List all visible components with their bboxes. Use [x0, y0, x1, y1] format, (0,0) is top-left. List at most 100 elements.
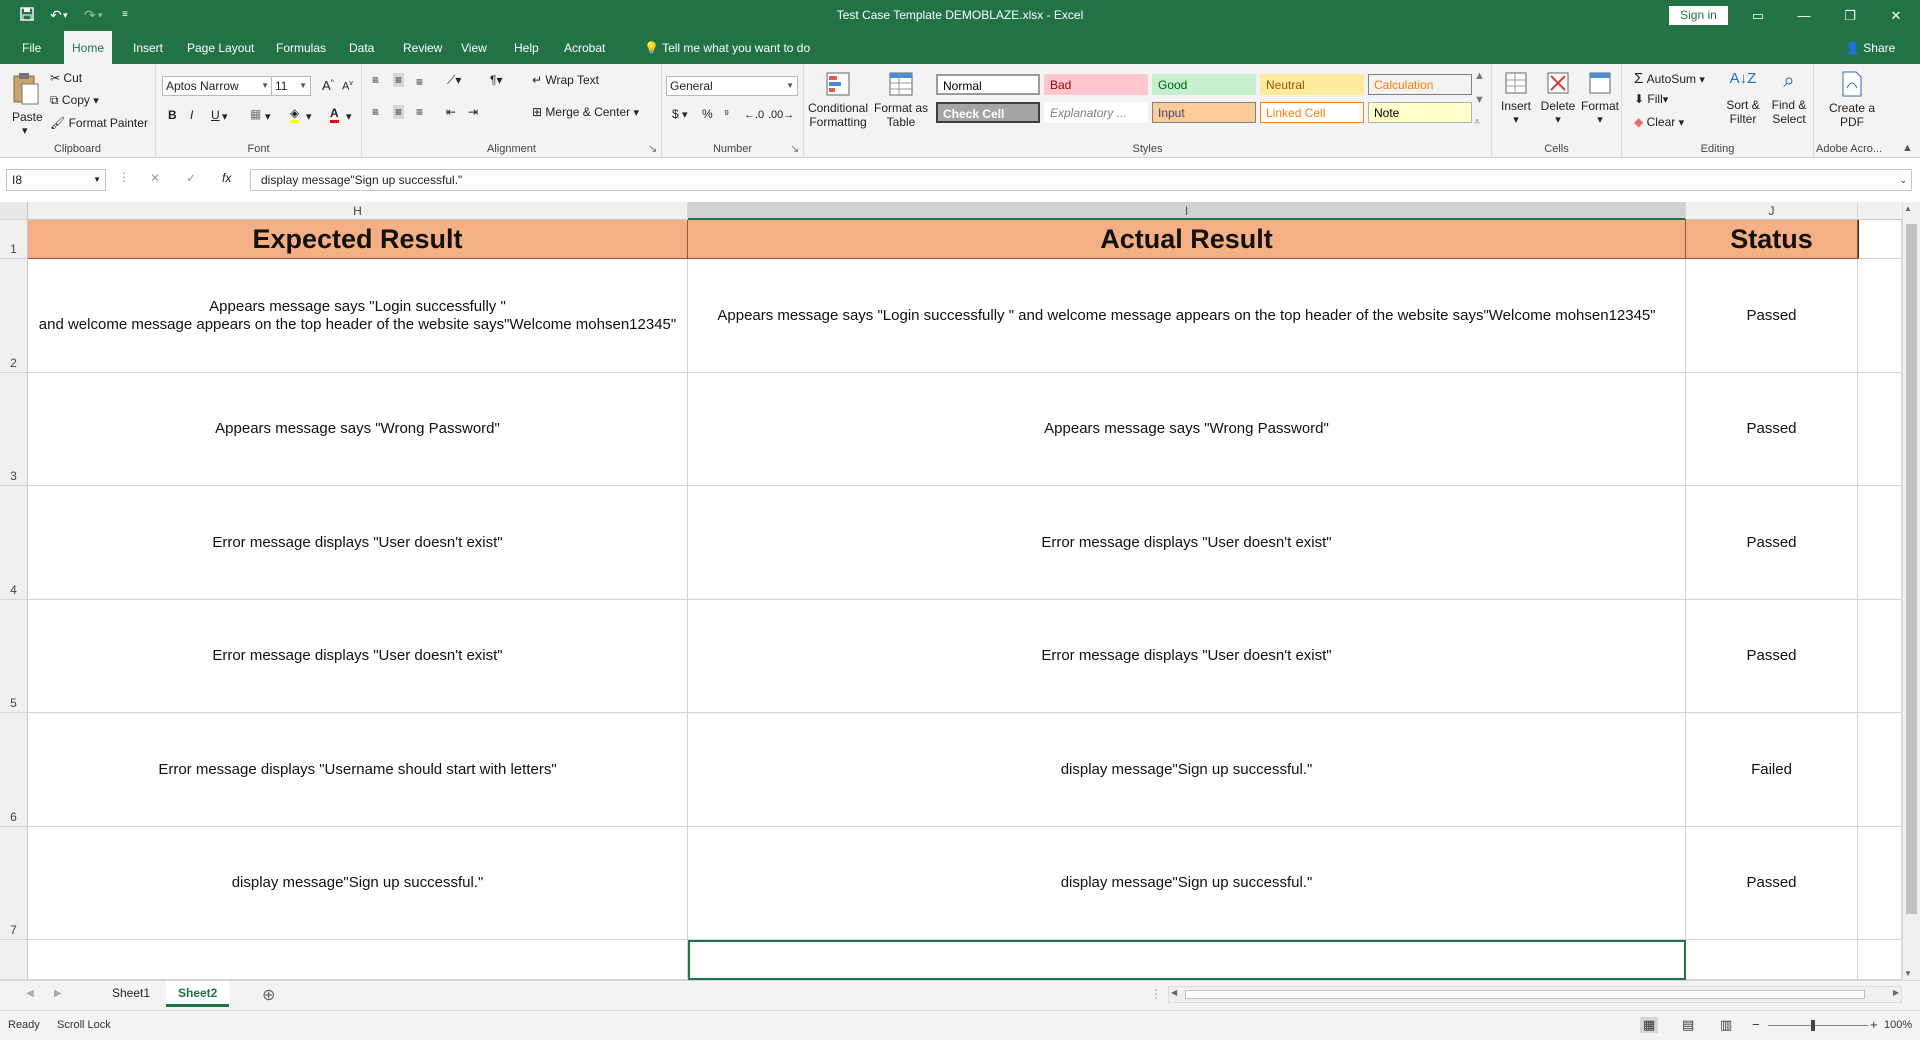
collapse-ribbon-icon[interactable]: ▲: [1902, 142, 1913, 154]
status-cell[interactable]: Passed: [1686, 259, 1858, 373]
align-bottom-icon[interactable]: ≡: [416, 75, 423, 89]
cell-style-calculation[interactable]: Calculation: [1368, 74, 1472, 95]
empty-cell[interactable]: [1686, 940, 1858, 980]
number-format-combo[interactable]: General ▼: [666, 76, 798, 96]
orientation-icon[interactable]: ⟋▾: [447, 73, 461, 88]
normal-view-icon[interactable]: ▦: [1640, 1017, 1659, 1033]
restore-button[interactable]: ❐: [1827, 0, 1873, 31]
sign-in-button[interactable]: Sign in: [1669, 6, 1728, 25]
cell-style-input[interactable]: Input: [1152, 102, 1256, 123]
empty-cell[interactable]: [1858, 713, 1902, 827]
row-header[interactable]: [0, 940, 28, 980]
increase-font-icon[interactable]: A^: [322, 78, 334, 93]
tab-home[interactable]: Home: [64, 31, 113, 64]
tab-help[interactable]: Help: [506, 31, 547, 64]
column-header-h[interactable]: H: [28, 202, 688, 220]
font-name-combo[interactable]: Aptos Narrow ▼: [162, 76, 273, 96]
wrap-text-button[interactable]: ↵ Wrap Text: [532, 73, 599, 87]
cut-button[interactable]: ✂ Cut: [50, 71, 82, 85]
zoom-in-icon[interactable]: +: [1870, 1017, 1878, 1032]
page-layout-view-icon[interactable]: ▤: [1682, 1017, 1694, 1033]
tab-page-layout[interactable]: Page Layout: [179, 31, 262, 64]
enter-icon[interactable]: ✓: [186, 171, 196, 185]
tab-insert[interactable]: Insert: [125, 31, 171, 64]
empty-cell[interactable]: [1858, 373, 1902, 486]
alignment-launcher-icon[interactable]: ↘: [648, 142, 657, 155]
font-color-dropdown-icon[interactable]: ▾: [346, 110, 352, 123]
sheet-tab-sheet2[interactable]: Sheet2: [166, 981, 230, 1007]
row-header[interactable]: 5: [0, 600, 28, 713]
expected-result-cell[interactable]: Error message displays "User doesn't exi…: [28, 486, 688, 600]
empty-cell[interactable]: [1858, 259, 1902, 373]
tab-acrobat[interactable]: Acrobat: [556, 31, 613, 64]
tab-view[interactable]: View: [453, 31, 495, 64]
cell-style-explanatory[interactable]: Explanatory ...: [1044, 102, 1148, 123]
increase-indent-icon[interactable]: ⇥: [468, 105, 478, 119]
selected-cell-i8[interactable]: [688, 940, 1686, 980]
find-select-button[interactable]: ⌕ Find & Select: [1768, 70, 1810, 126]
formula-input[interactable]: display message"Sign up successful." ⌄: [250, 169, 1912, 191]
zoom-slider-thumb[interactable]: [1811, 1020, 1815, 1031]
align-left-icon[interactable]: ≡: [372, 105, 379, 119]
tab-review[interactable]: Review: [395, 31, 450, 64]
column-header-i[interactable]: I: [688, 202, 1686, 220]
horizontal-scroll-thumb[interactable]: [1185, 990, 1865, 999]
expected-result-cell[interactable]: Appears message says "Wrong Password": [28, 373, 688, 486]
borders-dropdown-icon[interactable]: ▾: [265, 110, 271, 123]
expected-result-cell[interactable]: Appears message says "Login successfully…: [28, 259, 688, 373]
row-header[interactable]: 6: [0, 713, 28, 827]
cancel-icon[interactable]: ✕: [150, 171, 160, 185]
zoom-slider[interactable]: [1768, 1025, 1868, 1026]
font-color-icon[interactable]: A: [330, 106, 339, 123]
create-pdf-button[interactable]: Create a PDF: [1822, 70, 1882, 129]
actual-result-cell[interactable]: Appears message says "Wrong Password": [688, 373, 1686, 486]
scroll-left-icon[interactable]: ◀: [1171, 988, 1177, 997]
align-right-icon[interactable]: ≡: [416, 105, 423, 119]
tab-data[interactable]: Data: [341, 31, 382, 64]
actual-result-cell[interactable]: Error message displays "User doesn't exi…: [688, 600, 1686, 713]
row-header[interactable]: 4: [0, 486, 28, 600]
name-box[interactable]: I8 ▼: [6, 169, 106, 191]
italic-button[interactable]: I: [190, 108, 193, 122]
clear-button[interactable]: ◆ Clear ▾: [1634, 115, 1684, 129]
merge-center-button[interactable]: ⊞ Merge & Center ▾: [532, 105, 639, 119]
cell-style-check-cell[interactable]: Check Cell: [936, 102, 1040, 123]
scroll-down-icon[interactable]: ▼: [1904, 969, 1912, 978]
select-all-corner[interactable]: [0, 202, 28, 220]
share-button[interactable]: 👤 Share: [1845, 31, 1895, 64]
gallery-down-icon[interactable]: ▼: [1474, 94, 1485, 106]
gallery-more-icon[interactable]: ⩡: [1474, 116, 1480, 129]
copy-button[interactable]: ⧉ Copy ▾: [50, 93, 99, 108]
empty-cell[interactable]: [1858, 486, 1902, 600]
cell-style-neutral[interactable]: Neutral: [1260, 74, 1364, 95]
expected-result-cell[interactable]: Error message displays "Username should …: [28, 713, 688, 827]
cell-style-normal[interactable]: Normal: [936, 74, 1040, 95]
decrease-indent-icon[interactable]: ⇤: [446, 105, 456, 119]
zoom-out-icon[interactable]: −: [1752, 1017, 1760, 1032]
header-cell-expected[interactable]: Expected Result: [28, 220, 688, 259]
vertical-scrollbar[interactable]: ▲ ▼: [1902, 202, 1920, 980]
fill-button[interactable]: ⬇ Fill▾: [1634, 92, 1668, 106]
empty-cell[interactable]: [1858, 940, 1902, 980]
font-size-combo[interactable]: 11 ▼: [271, 76, 311, 96]
add-sheet-icon[interactable]: ⊕: [262, 985, 275, 1005]
tell-me-box[interactable]: 💡 Tell me what you want to do: [644, 31, 810, 64]
row-header[interactable]: 1: [0, 220, 28, 259]
zoom-level[interactable]: 100%: [1884, 1019, 1912, 1031]
column-header-j[interactable]: J: [1686, 202, 1858, 220]
row-header[interactable]: 7: [0, 827, 28, 940]
actual-result-cell[interactable]: display message"Sign up successful.": [688, 713, 1686, 827]
row-header[interactable]: 3: [0, 373, 28, 486]
cell-style-note[interactable]: Note: [1368, 102, 1472, 123]
insert-cells-button[interactable]: Insert ▾: [1496, 70, 1536, 126]
decrease-decimal-icon[interactable]: .00→: [768, 109, 794, 121]
tab-file[interactable]: File: [14, 31, 49, 64]
actual-result-cell[interactable]: display message"Sign up successful.": [688, 827, 1686, 940]
fill-color-dropdown-icon[interactable]: ▾: [306, 110, 312, 123]
expected-result-cell[interactable]: display message"Sign up successful.": [28, 827, 688, 940]
cell-style-bad[interactable]: Bad: [1044, 74, 1148, 95]
cell-style-linked-cell[interactable]: Linked Cell: [1260, 102, 1364, 123]
percent-button[interactable]: %: [702, 107, 713, 121]
decrease-font-icon[interactable]: Av: [342, 80, 353, 93]
page-break-view-icon[interactable]: ▥: [1720, 1017, 1732, 1033]
